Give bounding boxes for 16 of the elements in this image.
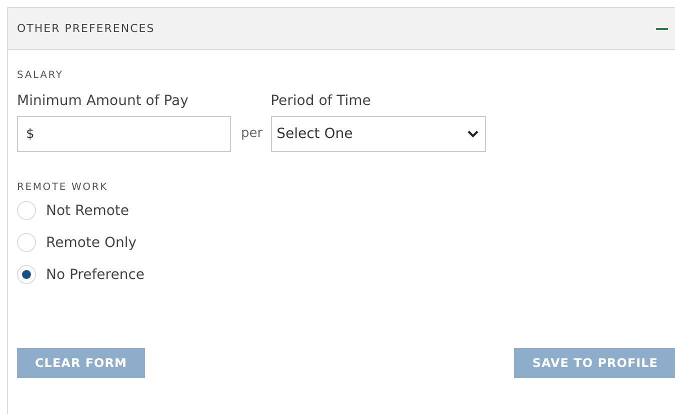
panel-header[interactable]: OTHER PREFERENCES [8,8,675,50]
field-label: Period of Time [270,93,372,109]
panel-title: OTHER PREFERENCES [17,22,155,35]
radio-button[interactable] [17,233,36,252]
per-label: per [241,126,263,143]
radio-label[interactable]: Remote Only [46,234,137,250]
section-heading: SALARY [17,70,64,81]
radio-label[interactable]: No Preference [46,266,145,282]
field-label: Minimum Amount of Pay [17,93,190,109]
chevron-icon [466,130,479,138]
amount-field[interactable]: $ [17,116,231,152]
period-dropdown[interactable]: Select One [270,116,486,152]
radio-label[interactable]: Not Remote [46,202,129,218]
section-heading: REMOTE WORK [17,182,109,193]
radio-button[interactable] [17,265,36,284]
radio-button[interactable] [17,201,36,220]
